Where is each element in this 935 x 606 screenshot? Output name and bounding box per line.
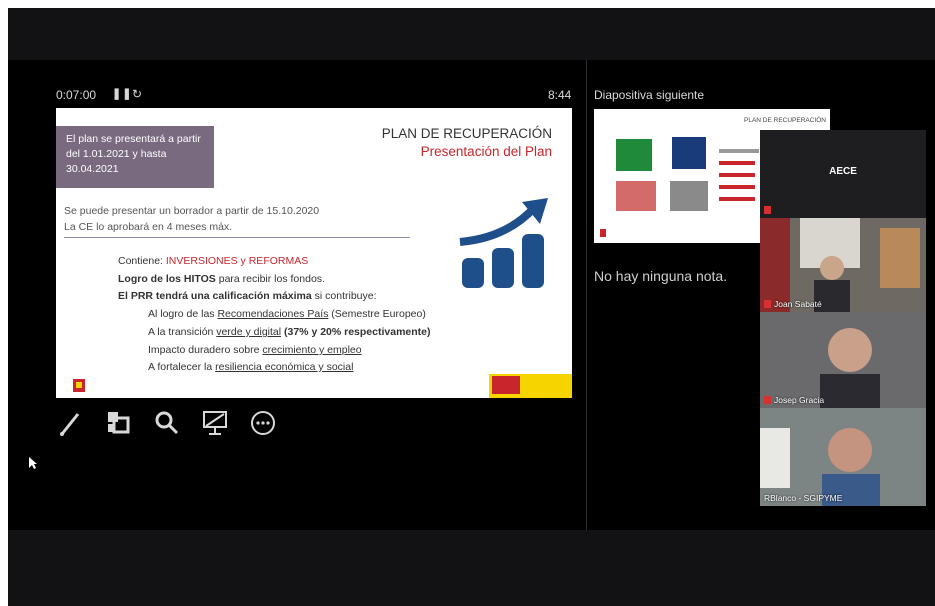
mic-muted-icon bbox=[764, 396, 771, 404]
participant-name: Joan Sabaté bbox=[774, 299, 822, 309]
presenter-content: 0:07:00 ❚❚ ↻ 8:44 Diapositiva siguiente … bbox=[8, 60, 935, 530]
pane-divider[interactable] bbox=[586, 60, 587, 530]
slide-grid-icon[interactable] bbox=[104, 408, 134, 438]
notes-text: No hay ninguna nota. bbox=[594, 268, 728, 284]
slide-title: PLAN DE RECUPERACIÓN bbox=[381, 126, 552, 141]
coat-of-arms-icon bbox=[73, 379, 85, 392]
participant-video bbox=[760, 408, 926, 506]
next-slide-label: Diapositiva siguiente bbox=[594, 88, 705, 102]
participant-tile-josep[interactable]: Josep Gracia bbox=[760, 312, 926, 408]
participant-tile-aece[interactable]: AECE bbox=[760, 130, 926, 218]
prr-line: El PRR tendrá una calificación máxima si… bbox=[118, 290, 377, 302]
pause-icon[interactable]: ❚❚ bbox=[112, 87, 132, 100]
bottom-bar bbox=[8, 530, 935, 606]
next-slide-title: PLAN DE RECUPERACIÓN bbox=[744, 117, 826, 124]
participant-name: RBlanco - SGIPYME bbox=[764, 493, 843, 503]
contiene-line: Contiene: INVERSIONES y REFORMAS bbox=[118, 255, 309, 267]
top-bar bbox=[8, 8, 935, 60]
presenter-view: 0:07:00 ❚❚ ↻ 8:44 Diapositiva siguiente … bbox=[8, 8, 935, 606]
mic-muted-icon bbox=[764, 206, 771, 214]
participant-tile-rblanco[interactable]: RBlanco - SGIPYME bbox=[760, 408, 926, 506]
participant-video bbox=[760, 218, 920, 312]
mic-muted-icon bbox=[764, 300, 771, 308]
mouse-cursor-icon bbox=[29, 457, 37, 469]
participant-name: AECE bbox=[829, 166, 857, 177]
screen-icon[interactable] bbox=[200, 408, 230, 438]
pen-icon[interactable] bbox=[56, 408, 86, 438]
elapsed-timer: 0:07:00 bbox=[56, 88, 97, 102]
bullet-transicion: A la transición verde y digital (37% y 2… bbox=[148, 326, 431, 338]
slide-subtitle: Presentación del Plan bbox=[420, 144, 552, 159]
reset-icon[interactable]: ↻ bbox=[132, 87, 142, 101]
bullet-resiliencia: A fortalecer la resiliencia económica y … bbox=[148, 361, 354, 373]
bullet-recomendaciones: Al logro de las Recomendaciones País (Se… bbox=[148, 308, 426, 320]
clock: 8:44 bbox=[548, 88, 572, 102]
current-slide[interactable]: El plan se presentará a partir del 1.01.… bbox=[56, 108, 572, 398]
logro-line: Logro de los HITOS para recibir los fond… bbox=[118, 273, 325, 285]
growth-chart-icon bbox=[459, 198, 548, 288]
zoom-icon[interactable] bbox=[152, 408, 182, 438]
participant-name: Josep Gracia bbox=[774, 395, 825, 405]
participant-tile-joan[interactable]: Joan Sabaté bbox=[760, 218, 926, 312]
spain-flag-icon bbox=[492, 376, 520, 394]
more-icon[interactable] bbox=[248, 408, 278, 438]
participant-video bbox=[760, 312, 926, 408]
date-box: El plan se presentará a partir del 1.01.… bbox=[56, 126, 214, 188]
bullet-impacto: Impacto duradero sobre crecimiento y emp… bbox=[148, 344, 362, 356]
divider-line bbox=[64, 237, 410, 238]
approval-text: La CE lo aprobará en 4 meses máx. bbox=[64, 221, 233, 233]
draft-date-text: Se puede presentar un borrador a partir … bbox=[64, 205, 320, 217]
